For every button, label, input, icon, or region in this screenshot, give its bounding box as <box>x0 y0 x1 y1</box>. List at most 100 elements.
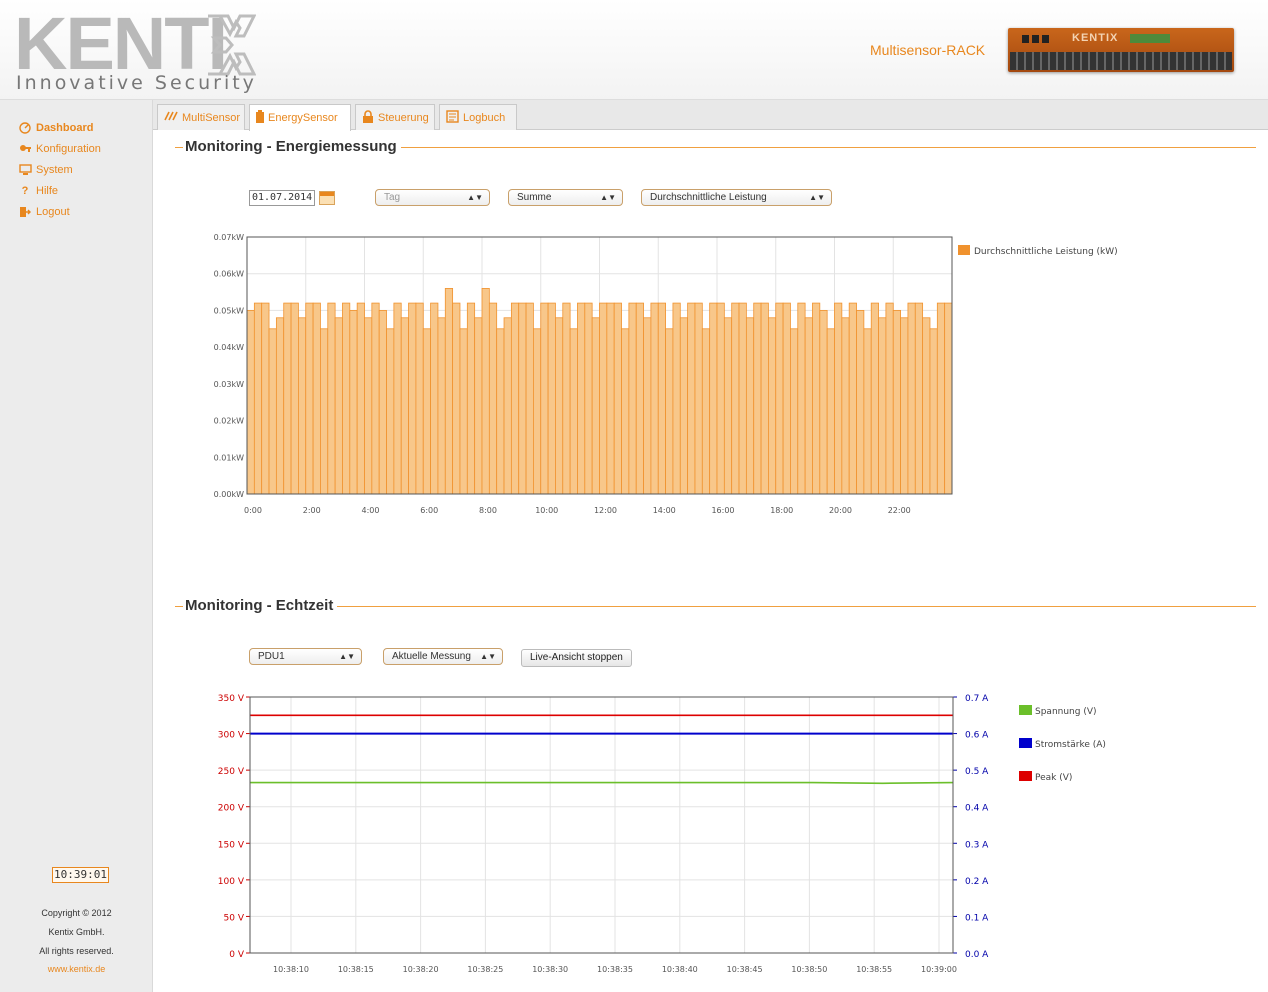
stop-live-view-button[interactable]: Live-Ansicht stoppen <box>521 649 632 667</box>
bar <box>261 302 270 495</box>
bar <box>672 302 681 495</box>
bar <box>944 302 953 495</box>
y-left-tick-label: 350 V <box>218 694 245 704</box>
bar <box>246 310 255 495</box>
bar <box>327 302 336 495</box>
bar <box>599 302 608 495</box>
y-right-tick-label: 0.0 A <box>965 950 989 960</box>
y-left-tick-label: 150 V <box>218 840 245 850</box>
bar <box>320 328 329 495</box>
bar <box>569 328 578 495</box>
x-tick-label: 18:00 <box>770 506 793 515</box>
y-tick-label: 0.05kW <box>214 306 244 315</box>
bar <box>481 287 490 495</box>
sidebar-item-logout[interactable]: Logout <box>18 206 70 218</box>
sidebar-item-dashboard[interactable]: Dashboard <box>18 122 93 134</box>
bar <box>687 302 696 495</box>
y-tick-label: 0.06kW <box>214 270 244 279</box>
bar <box>694 302 703 495</box>
legend-label: Spannung (V) <box>1035 707 1097 717</box>
bar <box>400 317 409 495</box>
bar <box>613 302 622 495</box>
bar <box>408 302 417 495</box>
mode-select-value: Summe <box>517 192 552 203</box>
sidebar-item-hilfe[interactable]: ? Hilfe <box>18 185 58 197</box>
plot-border <box>249 696 954 954</box>
tab-logbuch[interactable]: Logbuch <box>439 104 517 130</box>
legend-label: Durchschnittliche Leistung (kW) <box>974 247 1118 257</box>
bar <box>606 302 615 495</box>
x-tick-label: 20:00 <box>829 506 852 515</box>
sidebar-item-system[interactable]: System <box>18 164 73 176</box>
bar <box>342 302 351 495</box>
metric-select[interactable]: Durchschnittliche Leistung ▲▼ <box>641 189 832 206</box>
bar <box>929 328 938 495</box>
legend-label: Stromstärke (A) <box>1035 740 1106 750</box>
bar <box>533 328 542 495</box>
bar <box>275 317 285 495</box>
legend-label: Peak (V) <box>1035 773 1072 783</box>
bar <box>577 302 586 495</box>
bar <box>525 302 534 495</box>
bar <box>621 328 630 495</box>
bar <box>863 328 872 495</box>
x-tick-label: 10:38:25 <box>467 965 503 974</box>
website-link[interactable]: www.kentix.de <box>0 964 153 974</box>
bar <box>768 317 777 495</box>
device-ports <box>1010 52 1232 70</box>
bar <box>819 310 828 495</box>
y-left-tick-label: 300 V <box>218 731 245 741</box>
plot-area <box>249 696 954 954</box>
y-right-tick-label: 0.1 A <box>965 913 989 923</box>
bar <box>745 317 755 495</box>
bar <box>488 302 498 495</box>
bar <box>540 302 549 495</box>
bar <box>790 328 799 495</box>
tab-steuerung[interactable]: Steuerung <box>355 104 435 130</box>
bar <box>437 317 446 495</box>
mode-select[interactable]: Summe ▲▼ <box>508 189 623 206</box>
bar <box>723 317 733 495</box>
x-tick-label: 8:00 <box>479 506 497 515</box>
bar <box>305 302 314 495</box>
logbook-icon <box>446 109 459 126</box>
bar <box>635 302 644 495</box>
y-tick-label: 0.04kW <box>214 343 244 352</box>
bar <box>885 302 894 495</box>
device-brand: KENTIX <box>1072 32 1119 44</box>
bar <box>878 317 887 495</box>
bar <box>657 302 666 495</box>
section-title-energy: Monitoring - Energiemessung <box>175 138 401 155</box>
bar <box>364 317 373 495</box>
bar <box>643 317 652 495</box>
y-right-tick-label: 0.2 A <box>965 877 989 887</box>
select-arrow-icon: ▲▼ <box>480 652 496 661</box>
copyright-company: Kentix GmbH. <box>48 927 105 937</box>
date-input[interactable]: 01.07.2014 <box>249 190 315 206</box>
sidebar-item-konfiguration[interactable]: Konfiguration <box>18 143 101 155</box>
bar <box>914 302 924 495</box>
bar <box>870 302 879 495</box>
bar <box>283 302 292 495</box>
measurement-select[interactable]: Aktuelle Messung ▲▼ <box>383 648 503 665</box>
y-left-tick-label: 200 V <box>218 804 245 814</box>
section-dash <box>175 147 183 148</box>
tab-multisensor[interactable]: MultiSensor <box>157 104 245 130</box>
calendar-icon[interactable] <box>319 191 335 205</box>
bar <box>841 317 850 495</box>
bar <box>804 317 813 495</box>
bar <box>334 317 343 495</box>
bar <box>298 317 307 495</box>
bar <box>253 302 263 495</box>
tab-energysensor[interactable]: EnergySensor <box>249 104 351 131</box>
x-tick-label: 10:38:30 <box>532 965 568 974</box>
plot-border <box>246 236 953 495</box>
select-arrow-icon: ▲▼ <box>467 193 483 202</box>
bar <box>650 302 659 495</box>
device-leds <box>1022 35 1052 43</box>
section-title-realtime: Monitoring - Echtzeit <box>175 597 338 614</box>
period-select[interactable]: Tag ▲▼ <box>375 189 490 206</box>
x-tick-label: 6:00 <box>420 506 438 515</box>
pdu-select[interactable]: PDU1 ▲▼ <box>249 648 362 665</box>
y-left-tick-label: 50 V <box>224 913 245 923</box>
